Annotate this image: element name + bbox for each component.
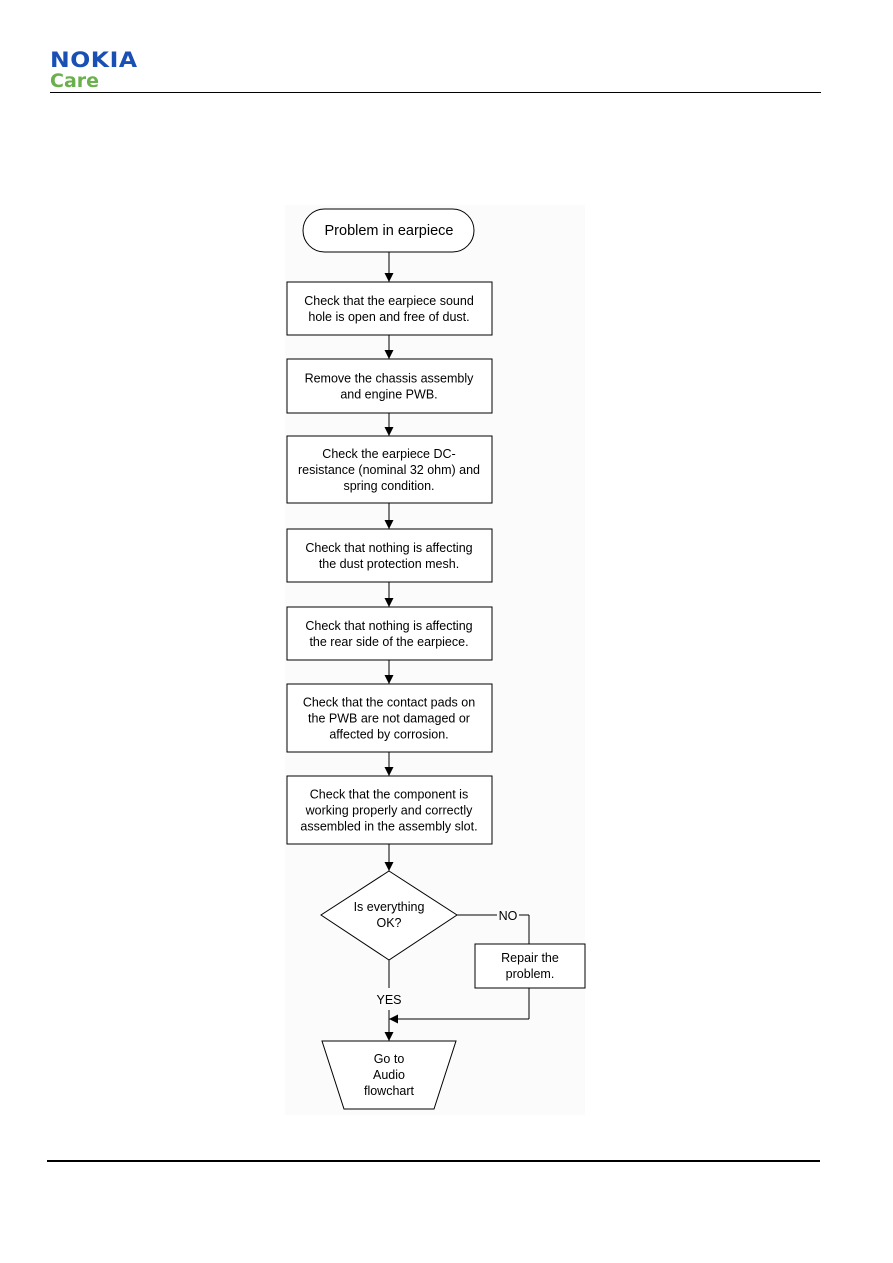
process-box-text: spring condition. — [343, 479, 434, 493]
process-box — [286, 528, 493, 583]
process-box-text: the PWB are not damaged or — [308, 712, 470, 726]
process-box-text: Check that the component is — [310, 788, 468, 802]
end-label-line-2: Audio — [373, 1068, 405, 1082]
end-label-line-3: flowchart — [364, 1084, 415, 1098]
process-box — [286, 358, 493, 414]
process-box-text: working properly and correctly — [305, 804, 473, 818]
start-label: Problem in earpiece — [325, 223, 454, 239]
end-label-line-1: Go to — [374, 1052, 405, 1066]
process-box-text: resistance (nominal 32 ohm) and — [298, 463, 480, 477]
process-box — [286, 606, 493, 661]
yes-label: YES — [376, 993, 401, 1007]
process-box-text: Check that the contact pads on — [303, 696, 475, 710]
process-box-text: the dust protection mesh. — [319, 557, 459, 571]
process-box-text: Check that nothing is affecting — [305, 619, 472, 633]
process-box-text: Check that the earpiece sound — [304, 294, 474, 308]
no-label: NO — [499, 909, 518, 923]
process-box-text: Check that nothing is affecting — [305, 541, 472, 555]
process-box-text: Check the earpiece DC- — [322, 447, 455, 461]
footer-divider — [47, 1160, 820, 1162]
process-box-text: affected by corrosion. — [329, 728, 448, 742]
flowchart: Problem in earpiece Check that the earpi… — [286, 208, 586, 1110]
repair-label-line-1: Repair the — [501, 951, 559, 965]
process-box-text: assembled in the assembly slot. — [300, 820, 477, 834]
decision-label-line-2: OK? — [376, 916, 401, 930]
process-box-text: Remove the chassis assembly — [305, 372, 475, 386]
decision-label-line-1: Is everything — [354, 900, 425, 914]
process-box-text: and engine PWB. — [340, 388, 437, 402]
process-box-text: the rear side of the earpiece. — [309, 635, 468, 649]
process-box — [286, 281, 493, 336]
process-box-text: hole is open and free of dust. — [308, 310, 469, 324]
repair-label-line-2: problem. — [506, 967, 555, 981]
